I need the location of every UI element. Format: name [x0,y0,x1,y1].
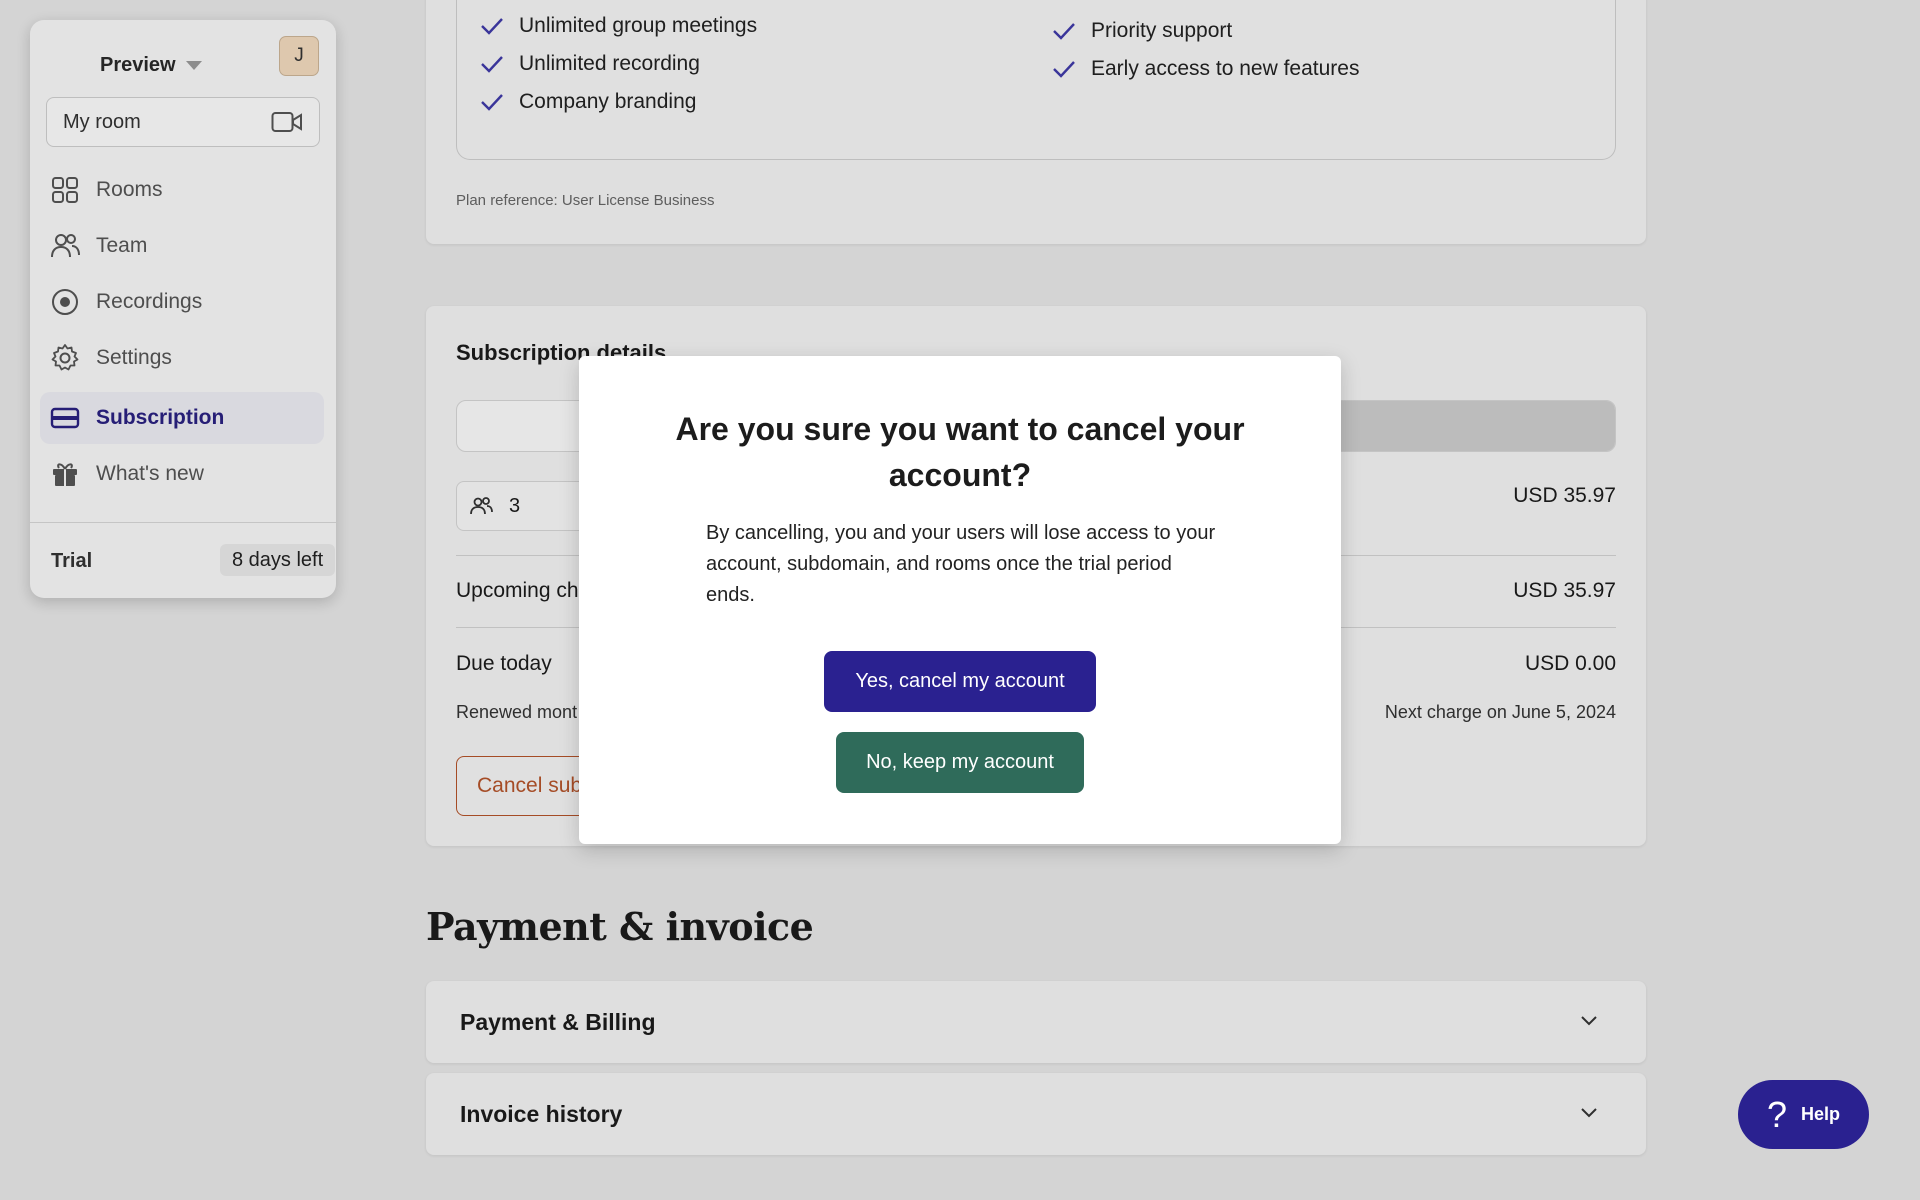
dialog-body: By cancelling, you and your users will l… [706,522,1216,606]
help-button[interactable]: ? Help [1738,1080,1869,1149]
dialog-title: Are you sure you want to cancel your acc… [675,411,1245,493]
question-icon: ? [1766,1093,1787,1135]
confirm-cancel-button[interactable]: Yes, cancel my account [824,651,1096,712]
keep-account-button[interactable]: No, keep my account [836,732,1084,793]
help-label: Help [1801,1104,1841,1124]
cancel-account-dialog: Are you sure you want to cancel your acc… [579,356,1341,844]
